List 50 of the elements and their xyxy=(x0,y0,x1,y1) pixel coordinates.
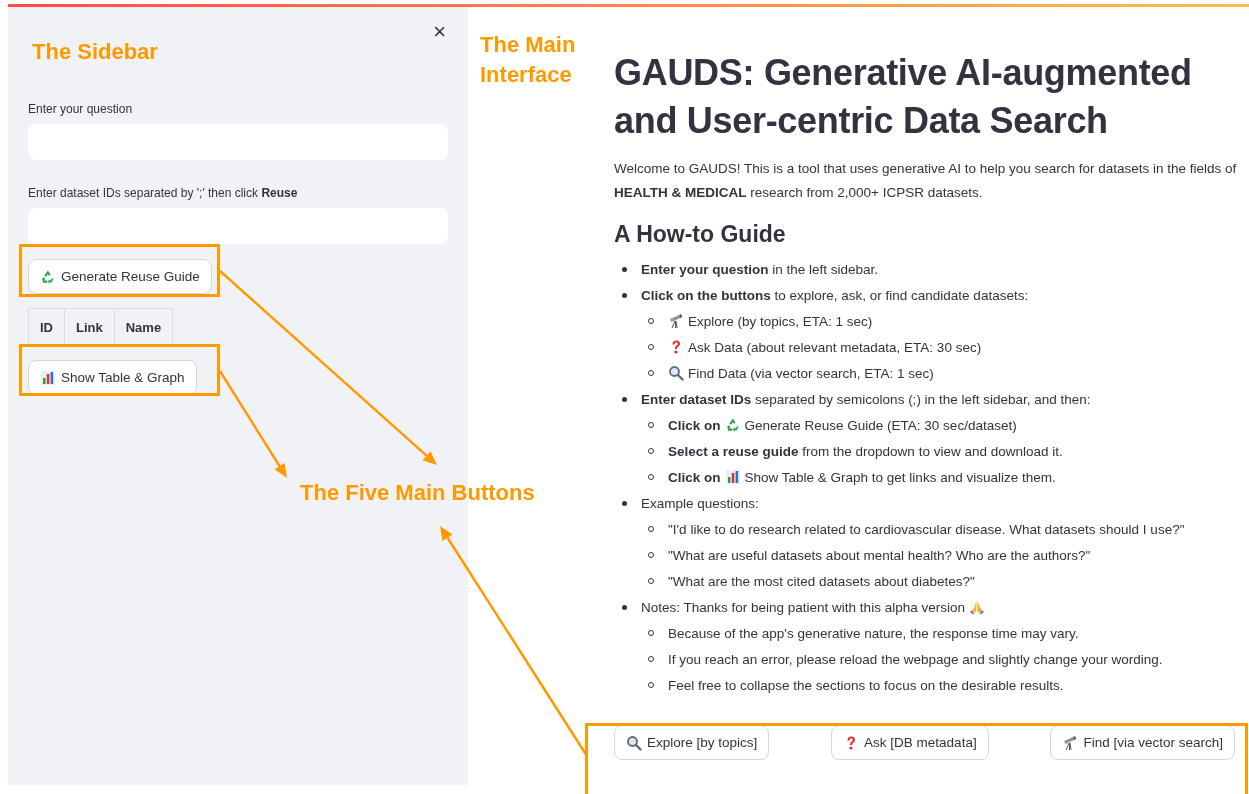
list-text: "What are useful datasets about mental health? Who are the authors?" xyxy=(668,547,1091,563)
bar-chart-icon xyxy=(40,369,56,386)
telescope-icon xyxy=(1062,734,1079,751)
list-text: Ask Data (about relevant metadata, ETA: 30 sec) xyxy=(688,339,982,355)
list-text: Notes: Thanks for being patient with this alpha version xyxy=(641,599,965,615)
intro-paragraph: Welcome to GAUDS! This is a tool that uses generative AI to help you search for datasets in the fields of HEALTH & MEDICAL research from 2,000+ ICPSR datasets. xyxy=(614,160,1238,202)
list-text: Click on xyxy=(668,469,721,485)
search-icon xyxy=(626,734,642,751)
list-text: Generate Reuse Guide (ETA: 30 sec/dataset) xyxy=(744,417,1017,433)
annotation-label: The Main Interface xyxy=(480,31,577,89)
list-text: Explore (by topics, ETA: 1 sec) xyxy=(688,313,873,329)
list-text: Enter your question in the left sidebar. xyxy=(641,261,879,277)
bullet-dot xyxy=(621,604,627,610)
list-text: If you reach an error, please reload the webpage and slightly change your wording. xyxy=(668,651,1163,667)
generate-guide-button[interactable]: Generate Reuse Guide xyxy=(28,259,212,294)
bullet-dot xyxy=(621,500,627,506)
page-title: GAUDS: Generative AI-augmented and User-centric Data Search xyxy=(614,51,1193,143)
field-label: Enter your question xyxy=(28,102,134,116)
telescope-icon xyxy=(668,313,684,329)
table-header-cell: ID xyxy=(28,308,65,346)
recycle-icon xyxy=(724,417,741,433)
list-text: Click on the buttons to explore, ask, or find candidate datasets: xyxy=(641,287,1029,303)
list-text: Enter dataset IDs separated by semicolons (;) in the left sidebar, and then: xyxy=(641,391,1091,407)
bullet-dot xyxy=(621,292,627,298)
input-field[interactable] xyxy=(28,208,448,244)
list-text: Click on xyxy=(668,417,721,433)
action-button[interactable]: Ask [DB metadata] xyxy=(831,725,989,760)
action-button[interactable]: Find [via vector search] xyxy=(1050,725,1235,760)
field-label: Enter dataset IDs separated by ';' then click Reuse xyxy=(28,186,299,200)
list-text: Example questions: xyxy=(641,495,759,511)
recycle-icon xyxy=(40,268,56,285)
bullet-dot xyxy=(621,266,627,272)
list-text: Find Data (via vector search, ETA: 1 sec) xyxy=(688,365,934,381)
list-text: Feel free to collapse the sections to focus on the desirable results. xyxy=(668,677,1064,693)
table-header-cell: Name xyxy=(113,308,174,346)
bullet-dot xyxy=(621,396,627,402)
bar-chart-icon xyxy=(724,469,741,485)
close-icon[interactable]: × xyxy=(433,21,446,43)
search-icon xyxy=(668,365,684,381)
list-text: "What are the most cited datasets about diabetes?" xyxy=(668,573,975,589)
list-text: Show Table & Graph to get links and visualize them. xyxy=(744,469,1056,485)
list-text: Because of the app's generative nature, the response time may vary. xyxy=(668,625,1079,641)
show-table-button[interactable]: Show Table & Graph xyxy=(28,360,197,395)
list-text: Select a reuse guide from the dropdown to view and download it. xyxy=(668,443,1063,459)
annotation-label: The Five Main Buttons xyxy=(300,479,535,507)
section-heading: A How-to Guide xyxy=(614,221,787,248)
praying-hands-icon xyxy=(968,599,985,615)
annotation-label: The Sidebar xyxy=(32,38,158,66)
list-text: "I'd like to do research related to cardiovascular disease. What datasets should I use?" xyxy=(668,521,1185,537)
action-button[interactable]: Explore [by topics] xyxy=(614,725,770,760)
